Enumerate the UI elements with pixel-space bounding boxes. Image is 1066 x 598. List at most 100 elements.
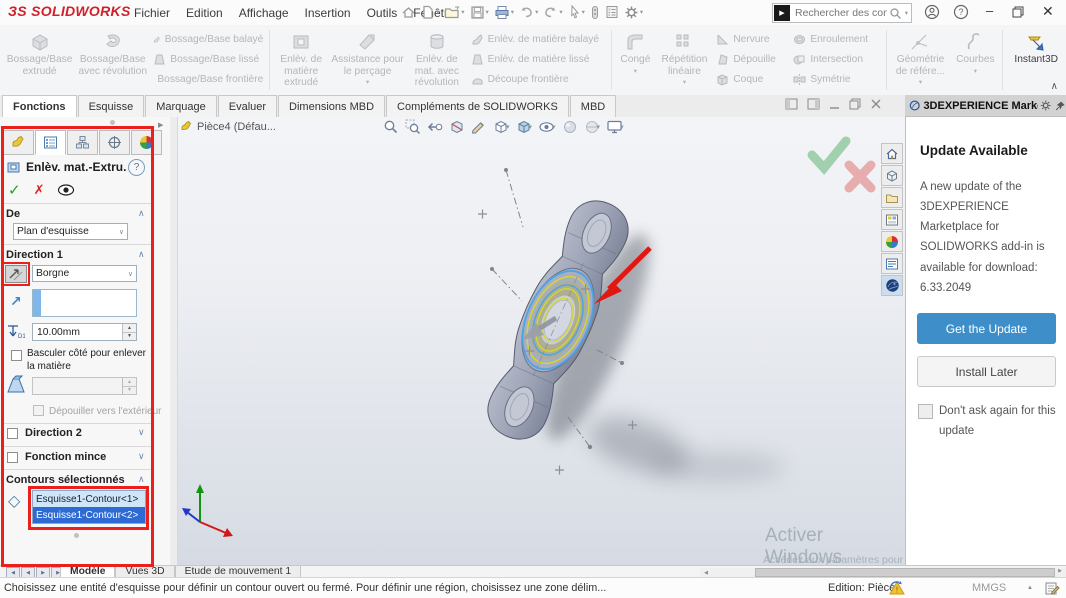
thin-feature-checkbox[interactable] — [7, 452, 18, 463]
sketch-annotation-icon[interactable] — [471, 119, 487, 135]
undo-button[interactable]: ▾ — [517, 2, 540, 22]
tab-mbd[interactable]: MBD — [570, 95, 616, 117]
rebuild-warning-icon[interactable]: ! — [888, 580, 906, 596]
menu-insertion[interactable]: Insertion — [297, 0, 359, 25]
contours-listbox[interactable]: Esquisse1-Contour<1> Esquisse1-Contour<2… — [32, 490, 146, 524]
end-condition-select[interactable]: Borgne∨ — [32, 265, 137, 282]
ribbon-reference-geometry[interactable]: Géométrie de référe... ▾ — [890, 27, 952, 95]
previous-view-icon[interactable] — [427, 119, 443, 135]
taskpane-pin-icon[interactable] — [1055, 100, 1066, 112]
tab-propertymanager[interactable] — [35, 130, 66, 155]
from-select[interactable]: Plan d'esquisse∨ — [13, 223, 128, 240]
options-button[interactable]: ▾ — [622, 2, 645, 22]
apply-scene-button[interactable]: ▾ — [584, 119, 601, 135]
zoom-area-icon[interactable] — [405, 119, 421, 135]
dont-ask-checkbox[interactable] — [918, 404, 933, 419]
ribbon-boss-extrude[interactable]: Bossage/Base extrudé — [4, 27, 75, 95]
tab-fonctions[interactable]: Fonctions — [2, 95, 77, 117]
expand-direction2-icon[interactable]: ∨ — [138, 427, 145, 438]
collapse-direction1-icon[interactable]: ∧ — [138, 249, 145, 260]
menu-affichage[interactable]: Affichage — [231, 0, 297, 25]
search-input[interactable] — [793, 6, 889, 20]
ribbon-lofted-boss[interactable]: Bossage/Base lissé — [150, 50, 266, 69]
ribbon-boundary-cut[interactable]: Découpe frontière — [468, 70, 609, 89]
depth-spinner[interactable]: 10.00mm ▲▼ — [32, 323, 137, 341]
horizontal-scrollbar[interactable]: ◀ ▶ — [700, 568, 1066, 577]
get-update-button[interactable]: Get the Update — [917, 313, 1056, 344]
scroll-right-icon[interactable]: ▶ — [1054, 568, 1066, 574]
home-button[interactable] — [399, 2, 418, 22]
spin-down-icon[interactable]: ▼ — [123, 387, 136, 395]
flip-side-checkbox[interactable] — [11, 350, 22, 361]
reverse-direction-button[interactable] — [5, 265, 27, 283]
panel-splitter[interactable] — [170, 117, 178, 565]
file-properties-button[interactable] — [603, 2, 621, 22]
ribbon-swept-boss[interactable]: Bossage/Base balayé — [150, 30, 266, 49]
spin-up-icon[interactable]: ▲ — [123, 324, 136, 333]
pm-help-button[interactable]: ? — [128, 159, 145, 176]
minimize-window-button[interactable]: – — [986, 3, 993, 18]
tab-dimxpertmanager[interactable] — [99, 130, 130, 155]
confirm-cancel-icon[interactable] — [849, 165, 871, 188]
tab-marquage[interactable]: Marquage — [145, 95, 217, 117]
edit-appearance-icon[interactable] — [562, 119, 578, 135]
ribbon-rib[interactable]: Nervure — [713, 30, 790, 49]
dock-pane-left-icon[interactable] — [785, 98, 798, 110]
search-dropdown-icon[interactable]: ▾ — [905, 9, 908, 17]
collapse-contours-icon[interactable]: ∧ — [138, 474, 145, 485]
account-button[interactable] — [924, 4, 940, 20]
pm-flyout-icon[interactable]: ▶ — [158, 121, 163, 129]
ribbon-fillet[interactable]: Congé ▾ — [615, 27, 655, 95]
cancel-button[interactable]: ✗ — [34, 182, 45, 198]
ribbon-shell[interactable]: Coque — [713, 70, 790, 89]
ribbon-boundary-boss[interactable]: Bossage/Base frontière — [150, 70, 266, 89]
viewport-canvas[interactable] — [170, 117, 905, 565]
document-breadcrumb[interactable]: Pièce4 (Défau... — [180, 120, 276, 133]
ribbon-wrap[interactable]: Enroulement — [790, 30, 882, 49]
taskpane-tab-3dexperience[interactable] — [881, 165, 903, 186]
units-selector[interactable]: MMGS — [972, 582, 1006, 594]
tab-dimensions-mbd[interactable]: Dimensions MBD — [278, 95, 385, 117]
direction2-checkbox[interactable] — [7, 428, 18, 439]
collapse-from-icon[interactable]: ∧ — [138, 208, 145, 219]
ok-button[interactable]: ✓ — [8, 181, 21, 199]
tab-displaymanager[interactable] — [131, 130, 162, 155]
taskpane-tab-file-explorer[interactable] — [881, 209, 903, 230]
restore-doc-icon[interactable] — [849, 98, 861, 110]
tab-evaluer[interactable]: Evaluer — [218, 95, 277, 117]
help-button[interactable]: ? — [953, 4, 969, 20]
spin-down-icon[interactable]: ▼ — [123, 333, 136, 341]
taskpane-tab-home[interactable] — [881, 143, 903, 164]
tab-featuremanager[interactable] — [3, 130, 34, 155]
taskpane-gear-icon[interactable] — [1040, 99, 1051, 112]
ribbon-curves[interactable]: Courbes ▾ — [951, 27, 999, 95]
draft-button[interactable] — [5, 375, 27, 395]
ribbon-linear-pattern[interactable]: Répétition linéaire ▾ — [656, 27, 714, 95]
taskpane-tab-appearances[interactable] — [881, 231, 903, 252]
ribbon-intersect[interactable]: Intersection — [790, 50, 882, 69]
spin-up-icon[interactable]: ▲ — [123, 378, 136, 387]
contour-item-2[interactable]: Esquisse1-Contour<2> — [33, 507, 145, 523]
ribbon-lofted-cut[interactable]: Enlèv. de matière lissé — [468, 50, 609, 69]
draft-outward-checkbox[interactable] — [33, 405, 44, 416]
redo-button[interactable]: ▾ — [541, 2, 564, 22]
install-later-button[interactable]: Install Later — [917, 356, 1056, 387]
units-caret-icon[interactable]: ▲ — [1027, 585, 1033, 591]
tab-esquisse[interactable]: Esquisse — [78, 95, 145, 117]
close-window-button[interactable]: ✕ — [1042, 3, 1054, 20]
ribbon-revolved-cut[interactable]: Enlèv. de mat. avec révolution — [406, 27, 468, 95]
taskpane-tab-custom-properties[interactable] — [881, 253, 903, 274]
open-button[interactable]: ▾ — [442, 2, 466, 22]
section-resize-handle[interactable] — [74, 533, 79, 538]
taskpane-tab-design-library[interactable] — [881, 187, 903, 208]
restore-window-button[interactable] — [1012, 6, 1024, 18]
expand-thin-feature-icon[interactable]: ∨ — [138, 451, 145, 462]
scrollbar-thumb[interactable] — [755, 568, 1055, 577]
ribbon-revolved-boss[interactable]: Bossage/Base avec révolution — [75, 27, 150, 95]
contour-item-1[interactable]: Esquisse1-Contour<1> — [33, 491, 145, 507]
direction-reference-box[interactable] — [32, 289, 137, 317]
search-icon[interactable] — [889, 7, 902, 20]
dock-pane-right-icon[interactable] — [807, 98, 820, 110]
ribbon-mirror[interactable]: Symétrie — [790, 70, 882, 89]
menu-edition[interactable]: Edition — [178, 0, 231, 25]
